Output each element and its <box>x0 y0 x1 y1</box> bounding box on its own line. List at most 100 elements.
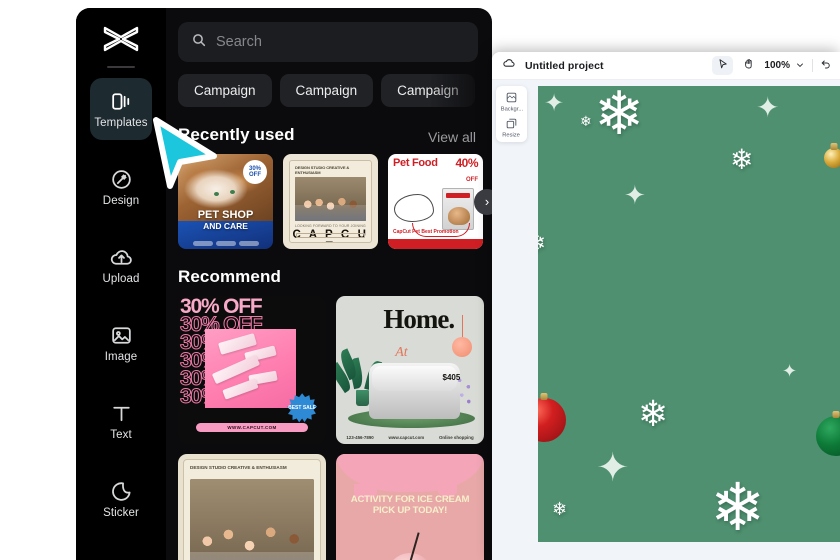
sidebar-label-templates: Templates <box>94 117 148 130</box>
pet-food-splat-shape <box>394 194 434 222</box>
template-card-pet-food[interactable]: Pet Food 40% OFF CapCut Pet Best Promoti… <box>388 154 483 249</box>
chevron-down-icon[interactable] <box>795 57 805 75</box>
sidebar-divider <box>107 66 135 68</box>
ornament-green <box>816 416 840 456</box>
cat-eye-left <box>214 192 219 196</box>
template-panel: Templates Design Upload Image Text Stick… <box>76 8 492 560</box>
background-tool[interactable]: Backgr... <box>496 91 527 112</box>
thirty-url: WWW.CAPCUT.COM <box>195 423 309 433</box>
pet-title-main: PET SHOP <box>197 208 254 221</box>
pet-food-discount-value: 40% <box>455 156 478 170</box>
editor-titlebar: Untitled project 100% <box>492 52 840 80</box>
editor-window: Untitled project 100% Backgr... Resize ❄… <box>492 52 840 560</box>
pet-card-footer <box>178 239 273 247</box>
sidebar-item-text[interactable]: Text <box>90 390 152 452</box>
sidebar-item-sticker[interactable]: Sticker <box>90 468 152 530</box>
search-input[interactable]: Search <box>178 22 478 62</box>
home-footer-site: www.capcut.com <box>388 434 425 440</box>
search-icon <box>191 32 207 53</box>
recommend-row-2: DESIGN STUDIO CREATIVE & ENTHUSIASM ACTI… <box>178 454 492 560</box>
design-canvas[interactable]: ❄ ❄ ❄ ❄ ❄ ❄ ❄ ✦ ✦ ✦ ✦ ✦ <box>538 86 840 542</box>
resize-icon <box>505 117 518 130</box>
pet-food-discount: 40% OFF <box>455 156 478 185</box>
snowflake: ❄ <box>580 113 592 129</box>
sidebar-item-image[interactable]: Image <box>90 312 152 374</box>
hand-tool-button[interactable] <box>738 56 759 75</box>
editor-tool-panel: Backgr... Resize <box>496 86 527 142</box>
background-label: Backgr... <box>500 105 523 112</box>
sidebar-label-text: Text <box>110 429 132 442</box>
home-price: $405 <box>442 372 461 382</box>
sparkle: ✦ <box>596 446 630 490</box>
pet-food-brand: CapCut Pet Best Promotion <box>393 229 459 235</box>
chip-campaign-2[interactable]: Campaign <box>279 74 374 107</box>
screen-root: Templates Design Upload Image Text Stick… <box>0 0 840 560</box>
template-card-pet-shop[interactable]: 30% OFF PET SHOP AND CARE <box>178 154 273 249</box>
pet-food-headline: Pet Food <box>393 157 438 169</box>
capcut-tagline: DESIGN STUDIO CREATIVE & ENTHUSIASM <box>295 165 350 175</box>
recently-used-title: Recently used <box>178 125 295 144</box>
home-pendant-lamp <box>452 315 473 358</box>
template-card-home[interactable]: Home. At $405 123-456-7890 www.capcut.co… <box>336 296 484 444</box>
home-sofa <box>368 362 461 419</box>
template-card-30-off[interactable]: 30% OFF 30% OFF 30% OFF 30% OFF 30% OFF … <box>178 296 326 444</box>
recommend-title: Recommend <box>178 267 281 286</box>
sparkle: ✦ <box>756 92 780 123</box>
home-footer-note: Online shopping <box>439 434 474 440</box>
sidebar-item-design[interactable]: Design <box>90 156 152 218</box>
zoom-level[interactable]: 100% <box>764 60 790 71</box>
sidebar-item-templates[interactable]: Templates <box>90 78 152 140</box>
cloud-icon <box>502 56 516 75</box>
pet-food-discount-sub: OFF <box>466 177 478 184</box>
template-card-design-studio[interactable]: DESIGN STUDIO CREATIVE & ENTHUSIASM <box>178 454 326 560</box>
templates-icon <box>108 88 134 114</box>
project-name[interactable]: Untitled project <box>525 60 604 72</box>
image-icon <box>108 322 134 348</box>
text-icon <box>108 400 134 426</box>
snowflake: ❄ <box>594 86 645 147</box>
select-tool-button[interactable] <box>712 56 734 75</box>
background-icon <box>505 91 518 104</box>
sidebar-label-image: Image <box>104 351 138 364</box>
template-content: Search Campaign Campaign Campaign Recent… <box>166 8 492 560</box>
discount-badge: 30% OFF <box>243 160 267 184</box>
view-all-link[interactable]: View all <box>428 129 476 145</box>
sparkle: ✦ <box>544 90 565 117</box>
snowflake: ❄ <box>710 470 766 542</box>
home-footer: 123-456-7890 www.capcut.com Online shopp… <box>346 435 473 440</box>
cat-eye-right <box>230 190 235 194</box>
ice-cream-drip <box>336 454 484 501</box>
snowflake: ❄ <box>730 144 754 175</box>
snowflake: ❄ <box>638 393 669 434</box>
studio-frame: DESIGN STUDIO CREATIVE & ENTHUSIASM <box>183 459 321 560</box>
recommend-row-1: 30% OFF 30% OFF 30% OFF 30% OFF 30% OFF … <box>178 296 492 444</box>
hand-icon <box>743 57 755 75</box>
resize-label: Resize <box>502 131 521 138</box>
recently-used-row: 30% OFF PET SHOP AND CARE DESIGN STUDIO … <box>178 154 492 249</box>
capcut-photo <box>295 177 366 221</box>
chip-campaign-1[interactable]: Campaign <box>178 74 272 107</box>
chip-campaign-3[interactable]: Campaign <box>381 74 475 107</box>
undo-icon[interactable] <box>820 57 832 75</box>
capcut-footer-bar <box>296 233 365 238</box>
sidebar-label-sticker: Sticker <box>103 507 139 520</box>
pet-card-title: PET SHOP AND CARE <box>178 208 273 233</box>
home-title: Home. <box>383 304 455 335</box>
pet-title-sub: AND CARE <box>203 221 248 232</box>
template-card-ice-cream[interactable]: ACTIVITY FOR ICE CREAM PICK UP TODAY! <box>336 454 484 560</box>
cursor-icon <box>717 57 729 75</box>
sidebar-label-design: Design <box>102 195 140 208</box>
resize-tool[interactable]: Resize <box>496 117 527 138</box>
search-placeholder: Search <box>216 34 262 50</box>
editor-body: Backgr... Resize ❄ ❄ ❄ ❄ ❄ ❄ ✦ ✦ ✦ ✦ ✦ <box>492 80 840 560</box>
design-icon <box>108 166 134 192</box>
sidebar: Templates Design Upload Image Text Stick… <box>76 8 166 560</box>
capcut-caption: LOOKING FORWARD TO YOUR JOINING <box>295 224 366 228</box>
capcut-logo <box>98 22 144 56</box>
sidebar-label-upload: Upload <box>102 273 140 286</box>
ice-cream-headline: ACTIVITY FOR ICE CREAM PICK UP TODAY! <box>350 494 470 517</box>
template-card-capcut[interactable]: DESIGN STUDIO CREATIVE & ENTHUSIASM LOOK… <box>283 154 378 249</box>
snowflake: ❄ <box>538 232 546 256</box>
sidebar-item-upload[interactable]: Upload <box>90 234 152 296</box>
home-plant-pot <box>355 389 369 406</box>
